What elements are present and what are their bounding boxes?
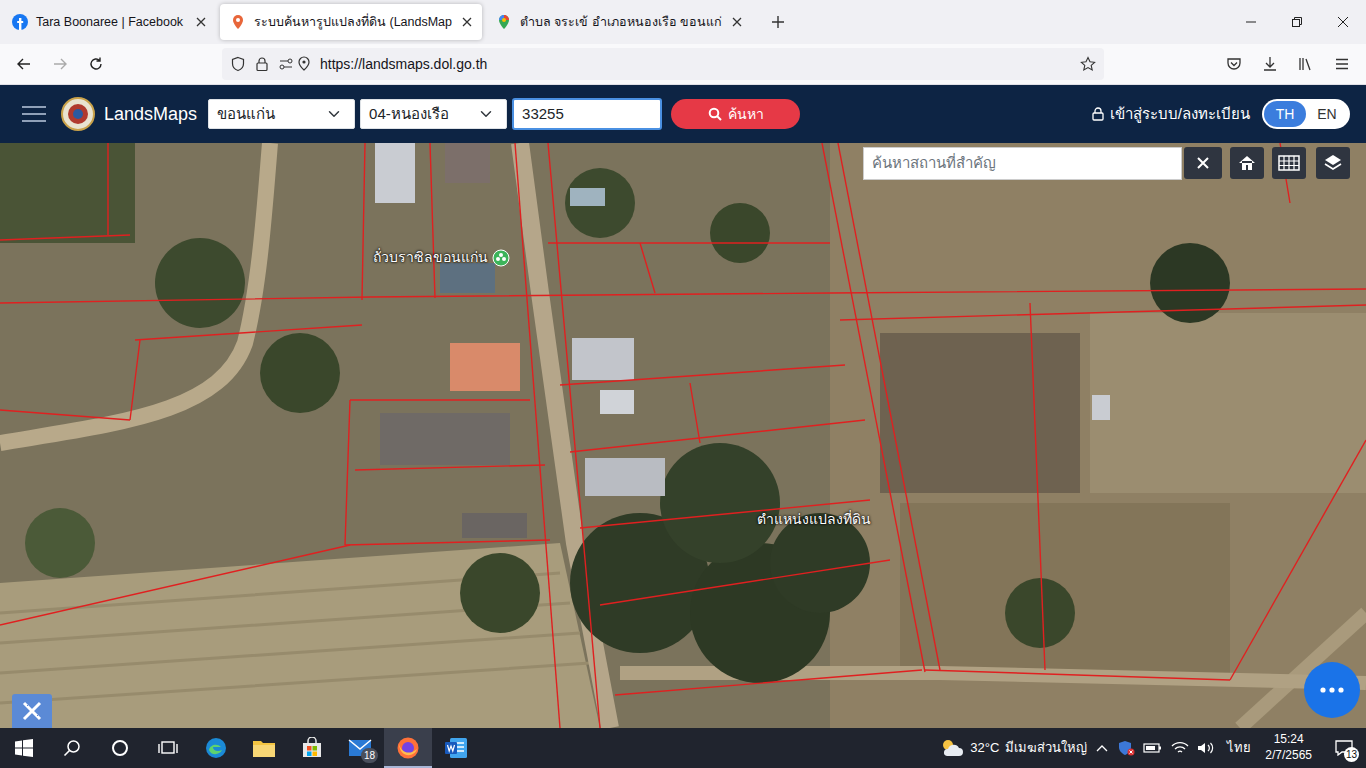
firefox-logo-icon bbox=[396, 736, 420, 760]
restore-icon[interactable] bbox=[1274, 0, 1320, 44]
firefox-icon[interactable] bbox=[384, 728, 432, 768]
app-navbar: LandsMaps ขอนแก่น 04-หนองเรือ ค้นหา เข้า… bbox=[0, 85, 1366, 143]
lock-icon bbox=[1092, 107, 1104, 121]
store-icon[interactable] bbox=[288, 728, 336, 768]
close-tab-icon[interactable] bbox=[194, 15, 208, 29]
language-option[interactable]: EN bbox=[1306, 101, 1348, 127]
search-icon bbox=[708, 107, 722, 121]
browser-tab[interactable]: Tara Boonaree | Facebook bbox=[2, 4, 216, 40]
forward-icon[interactable] bbox=[44, 48, 76, 80]
search-button[interactable]: ค้นหา bbox=[671, 99, 800, 129]
task-view-icon[interactable] bbox=[144, 728, 192, 768]
navigation-bar: https://landsmaps.dol.go.th bbox=[0, 44, 1366, 85]
download-icon[interactable] bbox=[1254, 48, 1286, 80]
landsmaps-favicon-icon bbox=[230, 14, 246, 30]
partly-cloudy-icon bbox=[940, 738, 964, 758]
input-language[interactable]: ไทย bbox=[1227, 738, 1251, 758]
browser-tab[interactable]: ระบบค้นหารูปแปลงที่ดิน (LandsMap bbox=[220, 4, 482, 40]
clock-date[interactable]: 2/7/2565 bbox=[1265, 748, 1312, 764]
layers-icon[interactable] bbox=[1316, 147, 1350, 179]
pinned-apps: 18 bbox=[192, 728, 480, 768]
browser-tab[interactable]: ตำบล จระเข้ อำเภอหนองเรือ ขอนแก่ bbox=[486, 4, 752, 40]
department-logo-icon bbox=[61, 97, 95, 131]
search-button-label[interactable]: ค้นหา bbox=[728, 104, 764, 125]
map[interactable]: ถั่วบราซิลขอนแก่นตำแหน่งแปลงที่ดิน bbox=[0, 143, 1366, 728]
clock[interactable]: 15:24 2/7/2565 bbox=[1259, 732, 1318, 763]
cortana-icon[interactable] bbox=[96, 728, 144, 768]
language-toggle: THEN bbox=[1262, 99, 1350, 129]
search-icon[interactable] bbox=[48, 728, 96, 768]
new-tab-icon[interactable] bbox=[762, 6, 794, 38]
brand[interactable]: LandsMaps bbox=[104, 101, 197, 128]
weather-temperature[interactable]: 32°C bbox=[970, 738, 999, 758]
battery-icon[interactable] bbox=[1143, 741, 1163, 755]
measure-tool-icon[interactable] bbox=[12, 694, 52, 728]
store-logo-icon bbox=[301, 737, 323, 759]
place-label[interactable]: ถั่วบราซิลขอนแก่น bbox=[373, 247, 510, 268]
language-option[interactable]: TH bbox=[1264, 101, 1306, 127]
tab-title[interactable]: ตำบล จระเข้ อำเภอหนองเรือ ขอนแก่ bbox=[520, 13, 722, 32]
start-icon[interactable] bbox=[0, 728, 48, 768]
word-icon[interactable] bbox=[432, 728, 480, 768]
hamburger-icon[interactable] bbox=[20, 103, 48, 125]
close-tab-icon[interactable] bbox=[460, 15, 474, 29]
explorer-icon[interactable] bbox=[240, 728, 288, 768]
home-icon[interactable] bbox=[1230, 147, 1264, 179]
show-hidden-icons-icon[interactable] bbox=[1095, 743, 1109, 753]
url-text[interactable]: https://landsmaps.dol.go.th bbox=[320, 54, 1072, 75]
clear-search-icon[interactable] bbox=[1184, 147, 1222, 179]
tab-title[interactable]: Tara Boonaree | Facebook bbox=[36, 13, 186, 32]
satellite-map bbox=[0, 143, 1366, 728]
login-link[interactable]: เข้าสู่ระบบ/ลงทะเบียน bbox=[1092, 103, 1250, 126]
mail-icon[interactable]: 18 bbox=[336, 728, 384, 768]
edge-logo-icon bbox=[204, 736, 228, 760]
more-options-icon[interactable] bbox=[1304, 662, 1360, 718]
weather-condition[interactable]: มีเมฆส่วนใหญ่ bbox=[1005, 738, 1087, 758]
library-icon[interactable] bbox=[1290, 48, 1322, 80]
taskbar: 18 32°C มีเมฆส่วนใหญ่ ไทย 15:24 2/7/2565… bbox=[0, 728, 1366, 768]
shield-icon[interactable] bbox=[230, 56, 246, 72]
wifi-icon[interactable] bbox=[1171, 741, 1189, 755]
volume-icon[interactable] bbox=[1197, 741, 1215, 755]
weather-widget[interactable]: 32°C มีเมฆส่วนใหญ่ bbox=[940, 738, 1087, 758]
minimize-icon[interactable] bbox=[1228, 0, 1274, 44]
pocket-icon[interactable] bbox=[1218, 48, 1250, 80]
security-icon[interactable] bbox=[1117, 740, 1135, 756]
edge-icon[interactable] bbox=[192, 728, 240, 768]
maps-favicon-icon bbox=[496, 14, 512, 30]
close-tab-icon[interactable] bbox=[730, 15, 744, 29]
menu-icon[interactable] bbox=[1326, 48, 1358, 80]
district-select[interactable]: 04-หนองเรือ bbox=[360, 99, 507, 129]
permissions-icon[interactable] bbox=[278, 56, 312, 72]
parcel-input[interactable] bbox=[512, 98, 662, 131]
address-bar[interactable]: https://landsmaps.dol.go.th bbox=[222, 48, 1104, 80]
label-text[interactable]: ตำแหน่งแปลงที่ดิน bbox=[757, 509, 871, 530]
tab-title[interactable]: ระบบค้นหารูปแปลงที่ดิน (LandsMap bbox=[254, 13, 452, 32]
parcel-label[interactable]: ตำแหน่งแปลงที่ดิน bbox=[757, 509, 871, 530]
word-logo-icon bbox=[444, 737, 468, 759]
label-text[interactable]: ถั่วบราซิลขอนแก่น bbox=[373, 247, 488, 268]
notification-count: 13 bbox=[1344, 747, 1359, 762]
notification-center[interactable]: 13 bbox=[1326, 728, 1362, 768]
province-select[interactable]: ขอนแก่น bbox=[208, 99, 355, 129]
back-icon[interactable] bbox=[8, 48, 40, 80]
explorer-logo-icon bbox=[252, 737, 276, 759]
app-badge: 18 bbox=[361, 748, 378, 763]
facebook-favicon-icon bbox=[12, 14, 28, 30]
lock-icon[interactable] bbox=[254, 56, 270, 72]
place-pin-icon[interactable] bbox=[492, 249, 510, 267]
close-window-icon[interactable] bbox=[1320, 0, 1366, 44]
window-controls bbox=[1228, 0, 1366, 44]
browser-tab-bar: Tara Boonaree | Facebook ระบบค้นหารูปแปลง… bbox=[0, 0, 1366, 44]
clock-time[interactable]: 15:24 bbox=[1274, 732, 1304, 748]
reload-icon[interactable] bbox=[80, 48, 112, 80]
tab-strip: Tara Boonaree | Facebook ระบบค้นหารูปแปลง… bbox=[2, 4, 752, 40]
grid-icon[interactable] bbox=[1272, 147, 1306, 179]
bookmark-star-icon[interactable] bbox=[1080, 56, 1096, 72]
place-search-input[interactable] bbox=[863, 147, 1182, 180]
login-label[interactable]: เข้าสู่ระบบ/ลงทะเบียน bbox=[1110, 103, 1250, 126]
